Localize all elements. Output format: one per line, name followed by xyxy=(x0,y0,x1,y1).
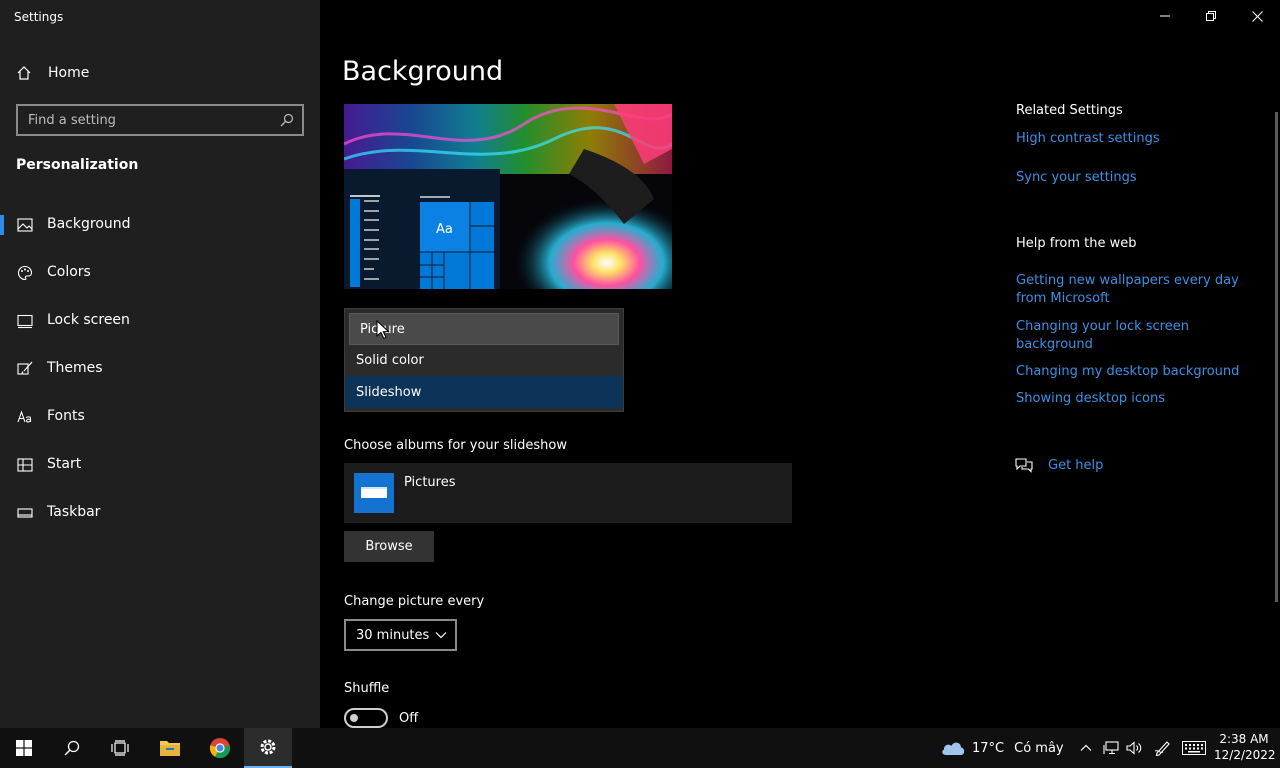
shuffle-label: Shuffle xyxy=(344,681,390,696)
picture-icon xyxy=(17,218,33,232)
weather-description: Có mây xyxy=(1014,740,1064,756)
home-link[interactable]: Home xyxy=(16,62,89,84)
file-explorer-button[interactable] xyxy=(146,728,194,768)
sidebar-item-background[interactable]: Background xyxy=(0,205,320,245)
sidebar-item-lock-screen[interactable]: Lock screen xyxy=(0,301,320,341)
chevron-up-icon xyxy=(1080,744,1092,751)
help-link-desktop-background[interactable]: Changing my desktop background xyxy=(1016,363,1256,381)
folder-icon xyxy=(160,741,180,756)
restore-button[interactable] xyxy=(1188,0,1234,32)
shuffle-state: Off xyxy=(399,711,419,726)
keyboard-icon xyxy=(1182,741,1206,755)
related-settings-heading: Related Settings xyxy=(1016,103,1123,118)
pen-icon xyxy=(1154,741,1170,756)
chevron-down-icon xyxy=(435,632,447,639)
cloud-icon xyxy=(942,742,965,755)
sidebar-item-label: Taskbar xyxy=(47,504,101,520)
sidebar-item-label: Start xyxy=(47,456,82,472)
wallpaper-preview-image: Aa xyxy=(344,104,672,289)
restore-icon xyxy=(1206,11,1216,21)
page-title: Background xyxy=(342,56,504,87)
sidebar-item-label: Themes xyxy=(47,360,103,376)
network-button[interactable] xyxy=(1103,728,1119,768)
change-interval-select[interactable]: 30 minutes xyxy=(344,619,457,651)
sidebar-item-label: Colors xyxy=(47,264,91,280)
sidebar-item-themes[interactable]: Themes xyxy=(0,349,320,389)
shuffle-toggle[interactable] xyxy=(344,708,388,728)
sidebar-item-colors[interactable]: Colors xyxy=(0,253,320,293)
lock-screen-icon xyxy=(17,314,33,329)
background-preview: Aa xyxy=(344,104,672,289)
help-link-wallpapers[interactable]: Getting new wallpapers every day from Mi… xyxy=(1016,272,1256,308)
gear-icon xyxy=(260,739,276,755)
chat-help-icon xyxy=(1015,458,1033,473)
clock[interactable]: 2:38 AM 12/2/2022 xyxy=(1214,731,1276,763)
toggle-knob xyxy=(350,714,358,722)
task-view-button[interactable] xyxy=(96,728,144,768)
sidebar-item-label: Fonts xyxy=(47,408,85,424)
search-taskbar-button[interactable] xyxy=(48,728,96,768)
sidebar-item-taskbar[interactable]: Taskbar xyxy=(0,493,320,533)
dropdown-option-solid-color[interactable]: Solid color xyxy=(345,344,623,376)
help-heading: Help from the web xyxy=(1016,236,1137,251)
start-button[interactable] xyxy=(0,728,48,768)
minimize-button[interactable] xyxy=(1142,0,1188,32)
get-help-link[interactable]: Get help xyxy=(1048,457,1148,475)
settings-taskbar-button[interactable] xyxy=(244,728,292,768)
touch-keyboard-button[interactable] xyxy=(1182,728,1206,768)
high-contrast-link[interactable]: High contrast settings xyxy=(1016,130,1256,148)
albums-label: Choose albums for your slideshow xyxy=(344,438,567,453)
palette-icon xyxy=(17,265,33,281)
close-button[interactable] xyxy=(1234,0,1280,32)
change-every-label: Change picture every xyxy=(344,594,485,609)
section-title: Personalization xyxy=(16,157,139,173)
chrome-button[interactable] xyxy=(196,728,244,768)
folder-icon xyxy=(354,473,394,513)
dropdown-option-slideshow[interactable]: Slideshow xyxy=(345,376,623,408)
windows-logo-icon xyxy=(16,740,32,756)
taskbar-icon xyxy=(17,508,33,518)
sidebar-item-label: Background xyxy=(47,216,131,232)
browse-button[interactable]: Browse xyxy=(344,531,434,562)
home-label: Home xyxy=(48,65,90,81)
speaker-icon xyxy=(1126,741,1142,755)
pen-workspace-button[interactable] xyxy=(1154,728,1172,768)
app-title: Settings xyxy=(14,10,64,24)
mouse-cursor-icon xyxy=(376,320,390,340)
change-interval-value: 30 minutes xyxy=(356,627,430,643)
start-icon xyxy=(17,458,33,472)
clock-time: 2:38 AM xyxy=(1219,732,1269,746)
weather-widget[interactable]: 17°C Có mây xyxy=(940,728,1064,768)
preview-tile-label: Aa xyxy=(436,222,453,237)
network-icon xyxy=(1103,741,1119,755)
sidebar: Settings Home Personalization Background… xyxy=(0,0,320,728)
album-pictures[interactable]: Pictures xyxy=(344,463,792,523)
show-hidden-icons-button[interactable] xyxy=(1080,728,1092,768)
minimize-icon xyxy=(1160,15,1170,17)
font-icon xyxy=(17,410,32,423)
weather-temperature: 17°C xyxy=(972,740,1005,756)
clock-date: 12/2/2022 xyxy=(1214,748,1276,762)
taskbar: 17°C Có mây 2:38 AM 12/2/2022 xyxy=(0,728,1280,768)
sync-settings-link[interactable]: Sync your settings xyxy=(1016,169,1256,187)
volume-button[interactable] xyxy=(1126,728,1144,768)
search-icon[interactable] xyxy=(280,113,294,127)
brush-icon xyxy=(17,361,33,375)
album-name: Pictures xyxy=(404,475,456,490)
close-icon xyxy=(1251,10,1263,22)
help-link-desktop-icons[interactable]: Showing desktop icons xyxy=(1016,390,1256,408)
sidebar-item-label: Lock screen xyxy=(47,312,130,328)
search-icon xyxy=(64,740,80,756)
task-view-icon xyxy=(111,740,129,756)
chrome-icon xyxy=(209,738,231,759)
search-input[interactable] xyxy=(28,112,280,128)
sidebar-item-fonts[interactable]: Fonts xyxy=(0,397,320,437)
home-icon xyxy=(17,66,31,80)
sidebar-item-start[interactable]: Start xyxy=(0,445,320,485)
help-link-lock-screen[interactable]: Changing your lock screen background xyxy=(1016,318,1256,354)
scrollbar[interactable] xyxy=(1275,112,1278,602)
search-box[interactable] xyxy=(16,104,304,136)
